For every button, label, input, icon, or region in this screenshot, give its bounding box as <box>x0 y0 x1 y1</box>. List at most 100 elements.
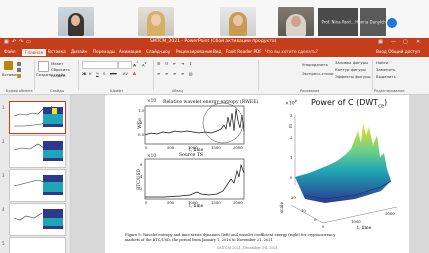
columns-icon[interactable]: ▥ <box>189 71 193 76</box>
tab-animations[interactable]: Анимация <box>119 49 141 54</box>
tab-insert[interactable]: Вставка <box>48 49 66 54</box>
x-tick: 1500 <box>211 145 221 150</box>
tab-design[interactable]: Дизайн <box>71 49 87 54</box>
bullets-icon[interactable]: ☰ <box>157 61 160 66</box>
right-z-label: E <box>289 125 293 130</box>
tab-slideshow[interactable]: Слайд-шоу <box>146 49 170 54</box>
copy-icon[interactable] <box>17 68 21 72</box>
replace-button[interactable]: Заменить <box>376 67 395 72</box>
find-button[interactable]: Найти <box>376 60 388 65</box>
save-icon[interactable]: ▣ <box>4 39 9 45</box>
bold-icon[interactable]: Ж <box>82 71 87 76</box>
font-size-select[interactable] <box>118 61 132 69</box>
minimize-button[interactable]: — <box>391 39 396 45</box>
right-z-tick: 1 <box>290 155 293 160</box>
underline-icon[interactable]: Ч <box>96 71 99 76</box>
current-slide[interactable]: ×10 Relative wavelet energy entropy (RWE… <box>105 95 409 253</box>
ribbon-display-icon[interactable]: ▣ <box>378 39 383 45</box>
undo-icon[interactable]: ↶ <box>12 39 16 45</box>
tab-home[interactable]: Главная <box>22 49 47 56</box>
italic-icon[interactable]: К <box>89 71 92 76</box>
align-center-icon[interactable]: ≡ <box>165 71 168 76</box>
strikethrough-icon[interactable]: abc <box>110 71 117 76</box>
participant-tile-5[interactable]: Prof. Nina Pard... <box>318 8 358 36</box>
tab-file[interactable]: Файл <box>4 49 16 54</box>
entropy-series <box>144 108 245 136</box>
slide-thumbnail-selected[interactable] <box>9 101 66 134</box>
slide-thumbnail[interactable] <box>9 237 66 253</box>
x-tick: 2000 <box>233 200 243 205</box>
maximize-button[interactable]: ▢ <box>403 39 408 45</box>
grow-font-icon[interactable]: A^ <box>133 61 139 67</box>
price-series <box>145 163 245 198</box>
left-bottom-ytick: 2 <box>140 186 143 191</box>
slide-thumbnail[interactable] <box>9 169 66 202</box>
share-button[interactable]: Вход Общий доступ <box>376 49 420 54</box>
align-right-icon[interactable]: ≡ <box>173 71 176 76</box>
paste-icon[interactable] <box>4 61 13 70</box>
slide-number: 1 <box>2 105 5 110</box>
left-bottom-xlabel: t, time <box>189 204 204 209</box>
align-left-icon[interactable]: ≡ <box>157 71 160 76</box>
tab-review[interactable]: Рецензирование <box>176 49 213 54</box>
section-button[interactable]: Раздел <box>51 73 65 78</box>
avatar[interactable] <box>386 17 398 29</box>
close-button[interactable]: ✕ <box>416 39 420 45</box>
group-divider <box>258 60 259 90</box>
shape-outline-button[interactable]: Контур фигуры <box>335 67 366 72</box>
left-subtitle: Source TS <box>179 153 204 158</box>
outdent-icon[interactable]: ⇥ <box>181 61 184 66</box>
group-label-font: Шрифт <box>110 89 124 93</box>
left-top-ytick: 0.5 <box>138 132 145 137</box>
video-call-strip: Prof. Nina Pard... Hanna Danylchuk <box>0 0 429 38</box>
present-icon[interactable]: ▭ <box>26 39 31 45</box>
tab-foxit[interactable]: Foxit Reader PDF <box>226 49 262 54</box>
group-label-slides: Слайды <box>50 89 65 93</box>
reset-button[interactable]: Сбросить <box>51 67 70 72</box>
quick-styles-button[interactable]: Экспресс-стили <box>302 71 333 76</box>
justify-icon[interactable]: ≡ <box>181 71 184 76</box>
shadow-icon[interactable]: S <box>103 71 105 76</box>
indent-icon[interactable]: ⇤ <box>173 61 176 66</box>
shrink-font-icon[interactable]: Av <box>142 61 146 67</box>
x-tick: 1500 <box>211 200 221 205</box>
left-top-ytick: 1.5 <box>138 108 145 113</box>
participant-tile-4[interactable] <box>278 7 314 36</box>
slide-thumbnail[interactable] <box>9 203 66 236</box>
numbering-icon[interactable]: ☷ <box>165 61 168 66</box>
participant-tile-6[interactable]: Hanna Danylchuk <box>355 8 391 36</box>
cut-icon[interactable] <box>17 62 21 66</box>
right-z-tick: 3 <box>290 113 293 118</box>
select-button[interactable]: Выделить <box>376 74 396 79</box>
energy-surface <box>295 123 391 203</box>
arrange-button[interactable]: Упорядочить <box>302 62 328 67</box>
line-spacing-icon[interactable]: ↕ <box>189 61 192 66</box>
slide-canvas[interactable]: ×10 Relative wavelet energy entropy (RWE… <box>71 95 429 253</box>
format-painter-icon[interactable] <box>17 74 21 78</box>
tell-me-search[interactable]: Что вы хотите сделать? <box>265 49 318 54</box>
right-scale-tick: 0 <box>314 217 317 222</box>
participant-tile-1[interactable] <box>58 7 94 36</box>
right-z-tick: 2 <box>290 135 293 140</box>
font-color-icon[interactable]: A <box>133 71 136 76</box>
participant-tile-2[interactable] <box>138 7 174 36</box>
right-time-label: t, time <box>357 226 372 231</box>
ribbon-tab-bar: Файл Главная Вставка Дизайн Переходы Ани… <box>0 48 429 57</box>
redo-icon[interactable]: ↷ <box>19 39 23 45</box>
title-bar: ▣ ↶ ↷ ▭ SMTCM_2021 - PowerPoint (Сбой ак… <box>0 38 429 48</box>
participant-tile-3[interactable] <box>220 7 256 36</box>
slide-thumbnail[interactable] <box>9 135 66 168</box>
left-bottom-exponent: ×10 <box>147 154 157 159</box>
right-time-tick: 1000 <box>351 219 361 224</box>
left-top-exponent: ×10 <box>147 99 157 104</box>
ribbon: Вставить Буфер обмена Создать слайд Маке… <box>0 57 429 136</box>
participant-name: Prof. Nina Pard... <box>321 19 355 25</box>
shape-fill-button[interactable]: Заливка фигуры <box>335 60 368 65</box>
spacing-icon[interactable]: AV <box>123 71 128 76</box>
layout-button[interactable]: Макет <box>51 61 63 66</box>
font-family-select[interactable] <box>82 61 118 69</box>
tab-transitions[interactable]: Переходы <box>93 49 115 54</box>
shape-effects-button[interactable]: Эффекты фигуры <box>335 74 371 79</box>
tab-view[interactable]: Вид <box>213 49 222 54</box>
new-slide-icon[interactable] <box>38 61 49 72</box>
